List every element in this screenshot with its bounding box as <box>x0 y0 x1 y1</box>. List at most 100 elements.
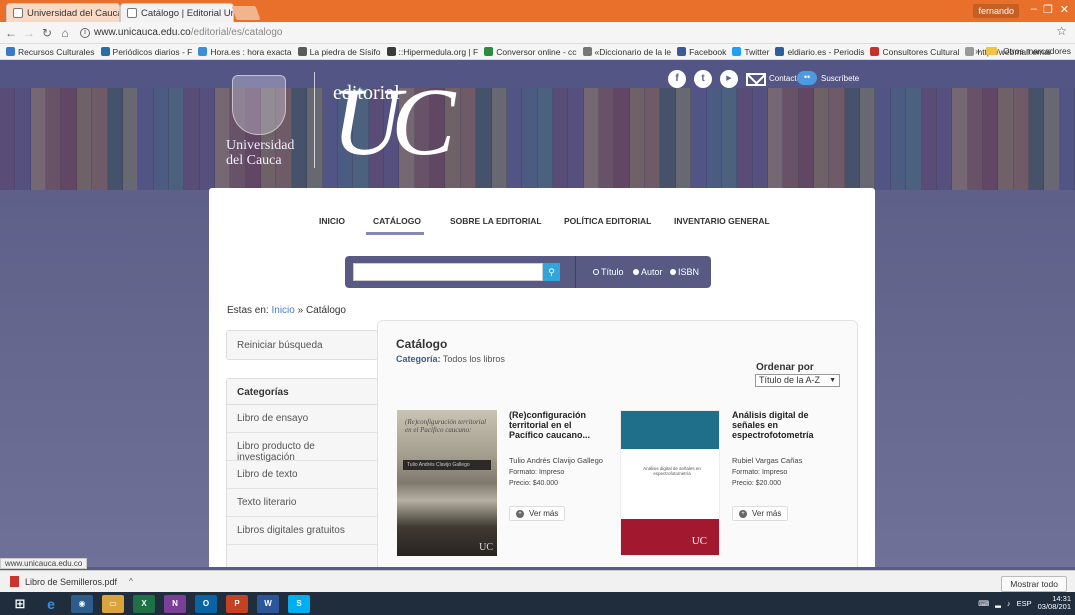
new-tab-button[interactable] <box>231 6 261 20</box>
catalog-category: Categoría: Todos los libros <box>396 354 505 364</box>
category-item[interactable]: Libros digitales gratuitos <box>227 517 377 545</box>
bookmark-item[interactable]: Conversor online - cc <box>484 47 577 57</box>
tab-catalogo[interactable]: Catálogo | Editorial Unic × <box>120 3 234 22</box>
excel-icon[interactable]: X <box>133 594 155 613</box>
url-domain: www.unicauca.edu.co <box>94 27 191 38</box>
address-bar: ← → ↻ ⌂ i www.unicauca.edu.co/editorial/… <box>0 22 1075 44</box>
language-indicator[interactable]: ESP <box>1017 599 1032 608</box>
category-item[interactable]: Libro de texto <box>227 461 377 489</box>
tab-universidad[interactable]: Universidad del Cauca | × <box>6 3 120 22</box>
sort-select[interactable]: Título de la A-Z ▼ <box>755 374 840 387</box>
bookmark-label: Hora.es : hora exacta <box>210 46 292 57</box>
volume-icon[interactable]: ♪ <box>1007 599 1011 608</box>
category-item[interactable]: Texto literario <box>227 489 377 517</box>
chrome-icon[interactable]: ◉ <box>71 594 93 613</box>
close-window-icon[interactable]: ✕ <box>1060 3 1069 16</box>
tab-title: Universidad del Cauca | <box>27 7 120 19</box>
chevron-up-icon[interactable]: ^ <box>129 577 133 586</box>
nav-sobre-la-editorial[interactable]: SOBRE LA EDITORIAL <box>450 216 542 226</box>
bookmark-item[interactable]: La piedra de Sísifo <box>297 46 381 57</box>
forward-icon[interactable]: → <box>22 26 36 40</box>
book-cover[interactable]: (Re)configuración territorial en el Pací… <box>397 410 497 556</box>
show-all-downloads-button[interactable]: Mostrar todo <box>1001 576 1067 592</box>
bookmark-item[interactable]: Consultores Cultural <box>870 47 959 57</box>
reset-search-button[interactable]: Reiniciar búsqueda <box>226 330 378 360</box>
keyboard-icon[interactable]: ⌨ <box>978 599 989 608</box>
bookmarks-more-button[interactable]: » <box>975 46 980 56</box>
clock[interactable]: 14:31 03/08/201 <box>1038 595 1071 611</box>
plus-circle-icon: + <box>739 509 747 518</box>
bookmark-favicon-icon <box>6 47 15 56</box>
search-option-autor[interactable]: Autor <box>633 267 663 277</box>
bookmark-item[interactable]: Twitter <box>732 47 769 57</box>
restore-icon[interactable]: ❐ <box>1043 3 1053 16</box>
reload-icon[interactable]: ↻ <box>40 26 54 40</box>
internet-explorer-icon[interactable]: e <box>40 595 62 613</box>
active-nav-indicator <box>366 232 424 235</box>
bookmark-item[interactable]: Recursos Culturales <box>6 47 95 57</box>
bookmark-item[interactable]: ::Hipermedula.org | F <box>386 47 478 57</box>
file-explorer-icon[interactable]: ▭ <box>102 594 124 613</box>
search-input[interactable] <box>353 263 543 281</box>
twitter-icon[interactable]: t <box>694 70 712 88</box>
back-icon[interactable]: ← <box>4 26 18 40</box>
bookmark-favicon-icon <box>297 47 307 56</box>
bookmark-item[interactable]: «Diccionario de la le <box>582 47 671 57</box>
category-item[interactable]: Libro producto de investigación <box>227 433 377 463</box>
youtube-icon[interactable]: ▶ <box>720 70 738 88</box>
nav-catalogo[interactable]: CATÁLOGO <box>373 216 421 226</box>
facebook-icon[interactable]: f <box>668 70 686 88</box>
url-field[interactable]: i www.unicauca.edu.co/editorial/es/catal… <box>80 27 282 38</box>
word-icon[interactable]: W <box>257 594 279 613</box>
subscribe-link[interactable]: Suscríbete <box>821 74 859 83</box>
book-title[interactable]: Análisis digital de señales en espectrof… <box>732 410 827 440</box>
minimize-icon[interactable]: – <box>1031 3 1037 15</box>
nav-politica-editorial[interactable]: POLÍTICA EDITORIAL <box>564 216 651 226</box>
outlook-icon[interactable]: O <box>195 594 217 613</box>
powerpoint-icon[interactable]: P <box>226 594 248 613</box>
web-page: Universidad del Cauca UC editorial f t ▶ … <box>0 60 1075 567</box>
network-icon[interactable]: ▂ <box>995 599 1001 608</box>
nav-inicio[interactable]: INICIO <box>319 216 345 226</box>
home-icon[interactable]: ⌂ <box>58 26 72 40</box>
breadcrumb-home-link[interactable]: Inicio <box>271 305 294 316</box>
bookmark-label: Facebook <box>689 46 727 57</box>
bookmark-favicon-icon <box>870 47 880 56</box>
bookmark-star-icon[interactable]: ☆ <box>1056 24 1067 38</box>
nav-inventario-general[interactable]: INVENTARIO GENERAL <box>674 216 770 226</box>
bookmark-favicon-icon <box>677 47 687 56</box>
bookmark-favicon-icon <box>582 47 592 56</box>
site-info-icon[interactable]: i <box>80 27 90 38</box>
search-icon[interactable]: ⚲ <box>543 263 560 281</box>
bookmark-item[interactable]: Facebook <box>677 47 726 57</box>
tab-title: Catálogo | Editorial Unic <box>141 7 234 19</box>
browser-user-badge[interactable]: fernando <box>973 4 1019 18</box>
content-card: INICIO CATÁLOGO SOBRE LA EDITORIAL POLÍT… <box>209 188 875 567</box>
mail-icon[interactable] <box>746 73 766 86</box>
chat-bubble-icon[interactable]: •• <box>797 71 817 85</box>
ver-mas-button[interactable]: + Ver más <box>509 506 565 521</box>
breadcrumb: Estas en: Inicio » Catálogo <box>227 305 346 316</box>
search-option-isbn[interactable]: ISBN <box>670 267 699 277</box>
book-title[interactable]: (Re)configuración territorial en el Pací… <box>509 410 604 440</box>
bookmark-item[interactable]: Periódicos diarios - F <box>100 47 192 57</box>
university-name[interactable]: Universidad del Cauca <box>226 138 294 168</box>
windows-start-icon[interactable]: ⊞ <box>9 595 31 613</box>
search-option-titulo[interactable]: Título <box>593 267 624 277</box>
other-bookmarks-button[interactable]: Otros marcadores <box>1003 46 1071 56</box>
category-item[interactable]: Libro de ensayo <box>227 405 377 433</box>
book-info: (Re)configuración territorial en el Pací… <box>509 410 604 487</box>
bookmark-item[interactable]: Hora.es : hora exacta <box>198 46 292 57</box>
skype-icon[interactable]: S <box>288 594 310 613</box>
radio-checked-icon <box>670 269 676 275</box>
page-favicon-icon <box>13 8 23 18</box>
download-item[interactable]: Libro de Semilleros.pdf ^ <box>10 576 133 587</box>
status-bar-url: www.unicauca.edu.co <box>0 558 88 569</box>
onenote-icon[interactable]: N <box>164 594 186 613</box>
folder-icon <box>985 47 997 55</box>
book-cover[interactable]: Análisis digital de señales en espectrof… <box>620 410 720 556</box>
ver-mas-button[interactable]: + Ver más <box>732 506 788 521</box>
sort-label: Ordenar por <box>756 362 814 373</box>
bookmark-label: La piedra de Sísifo <box>309 46 381 57</box>
bookmark-item[interactable]: eldiario.es - Periodis <box>775 47 864 57</box>
